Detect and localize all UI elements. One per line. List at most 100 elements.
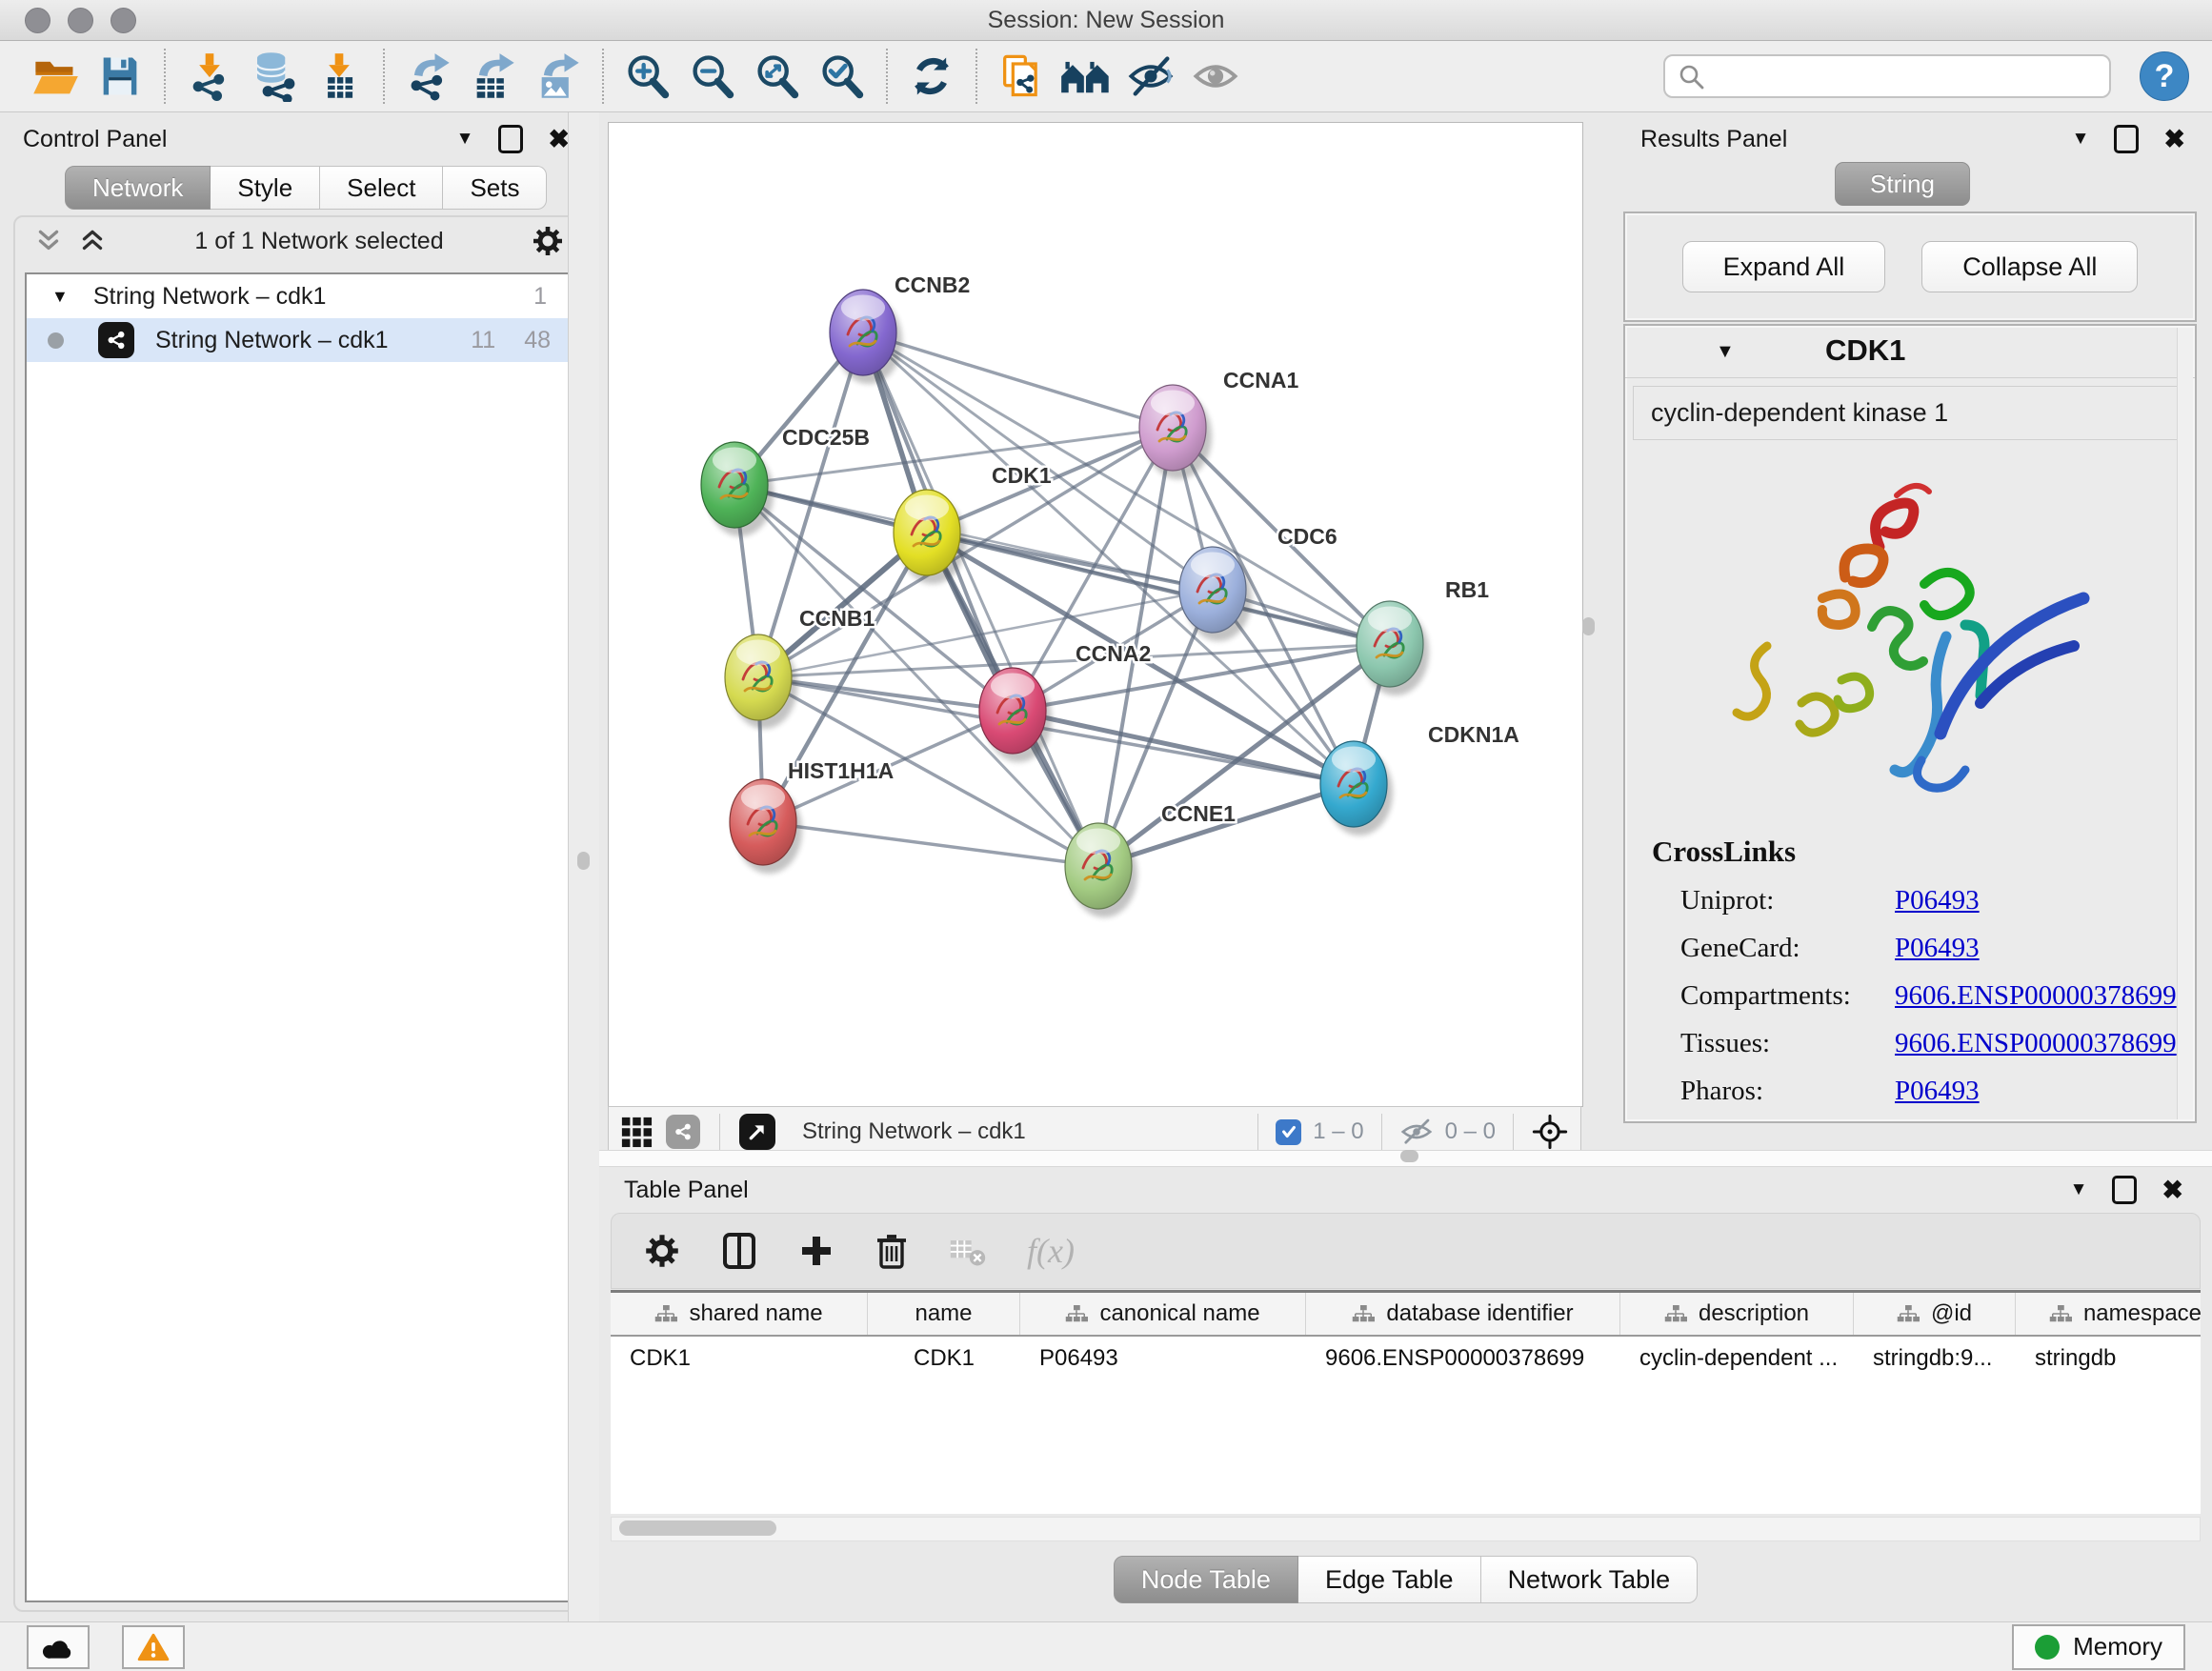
network-canvas[interactable]: CCNB2CCNA1CDC25BCDK1CDC6RB1CCNB1CCNA2CDK…: [608, 122, 1583, 1107]
table-panel-collapse-icon[interactable]: ▼: [2070, 1179, 2088, 1200]
tab-network-table[interactable]: Network Table: [1481, 1556, 1699, 1603]
show-graphics-details-button[interactable]: [1189, 50, 1242, 103]
tab-style[interactable]: Style: [211, 166, 320, 210]
crosslink-link[interactable]: P06493: [1895, 1076, 1980, 1107]
tab-string[interactable]: String: [1835, 162, 1970, 206]
delete-column-icon[interactable]: [875, 1231, 909, 1271]
tree-expand-icon[interactable]: ▼: [51, 287, 69, 307]
collapse-all-icon[interactable]: [34, 227, 63, 255]
table-horizontal-scrollbar[interactable]: [611, 1517, 2201, 1541]
network-node-CDC25B[interactable]: CDC25B: [701, 425, 870, 536]
network-node-RB1[interactable]: RB1: [1357, 577, 1489, 695]
cell-shared-name[interactable]: CDK1: [611, 1345, 868, 1372]
network-row-selected[interactable]: String Network – cdk1 11 48: [27, 318, 572, 362]
results-panel-close-icon[interactable]: ✖: [2163, 127, 2185, 152]
column-header-database-identifier[interactable]: database identifier: [1306, 1293, 1620, 1335]
export-network-button[interactable]: [402, 50, 455, 103]
crosshair-icon[interactable]: [1531, 1113, 1569, 1151]
network-edge-CCNB2-CCNE1[interactable]: [863, 332, 1098, 866]
table-panel-close-icon[interactable]: ✖: [2162, 1178, 2183, 1203]
network-collection-row[interactable]: ▼ String Network – cdk1 1: [27, 274, 572, 318]
apply-layout-button[interactable]: [905, 50, 958, 103]
column-header-canonical-name[interactable]: canonical name: [1020, 1293, 1306, 1335]
network-node-HIST1H1A[interactable]: HIST1H1A: [730, 758, 894, 874]
expand-all-icon[interactable]: [78, 227, 107, 255]
table-options-gear-icon[interactable]: [644, 1233, 680, 1269]
network-node-CCNA1[interactable]: CCNA1: [1139, 368, 1298, 479]
network-edge-HIST1H1A-CCNE1[interactable]: [763, 822, 1098, 866]
cell-canonical-name[interactable]: P06493: [1020, 1345, 1306, 1372]
column-header-description[interactable]: description: [1620, 1293, 1854, 1335]
tab-sets[interactable]: Sets: [443, 166, 547, 210]
tab-edge-table[interactable]: Edge Table: [1298, 1556, 1481, 1603]
export-image-button[interactable]: [532, 50, 585, 103]
network-node-count: 11: [471, 327, 495, 354]
column-header-namespace[interactable]: namespace: [2016, 1293, 2201, 1335]
expand-all-button[interactable]: Expand All: [1682, 241, 1886, 292]
cell-name[interactable]: CDK1: [868, 1345, 1020, 1372]
network-options-gear-icon[interactable]: [532, 225, 564, 257]
selected-indicator-checkbox[interactable]: [1276, 1119, 1301, 1145]
grid-view-icon[interactable]: [620, 1116, 653, 1148]
crosslink-link[interactable]: P06493: [1895, 885, 1980, 916]
export-table-button[interactable]: [467, 50, 520, 103]
table-row[interactable]: CDK1 CDK1 P06493 9606.ENSP00000378699 cy…: [611, 1337, 2201, 1380]
column-header-shared-name[interactable]: shared name: [611, 1293, 868, 1335]
results-panel-float-icon[interactable]: [2114, 125, 2139, 153]
crosslink-link[interactable]: 9606.ENSP00000378699: [1895, 1028, 2177, 1059]
home-button[interactable]: [1059, 50, 1113, 103]
network-edge-CCNA2-CDKN1A[interactable]: [1013, 711, 1354, 784]
column-header-id[interactable]: @id: [1854, 1293, 2016, 1335]
control-panel-close-icon[interactable]: ✖: [548, 127, 570, 152]
help-button[interactable]: ?: [2140, 51, 2189, 101]
show-columns-icon[interactable]: [720, 1231, 758, 1271]
import-network-file-button[interactable]: [183, 50, 236, 103]
warnings-button[interactable]: [122, 1625, 185, 1669]
crosslink-row: Uniprot: P06493: [1652, 885, 2168, 916]
save-session-button[interactable]: [93, 50, 147, 103]
column-header-name[interactable]: name: [868, 1293, 1020, 1335]
memory-button[interactable]: Memory: [2012, 1624, 2185, 1670]
import-network-database-button[interactable]: [248, 50, 301, 103]
table-panel-float-icon[interactable]: [2112, 1176, 2137, 1204]
protein-section-header[interactable]: ▼ CDK1: [1625, 326, 2195, 378]
search-input[interactable]: [1713, 62, 2098, 91]
import-table-file-button[interactable]: [312, 50, 366, 103]
node-label-CDC6: CDC6: [1277, 524, 1337, 549]
string-view-icon[interactable]: [666, 1115, 700, 1149]
tab-network[interactable]: Network: [65, 166, 211, 210]
results-scrollbar[interactable]: [2177, 328, 2193, 1119]
splitter-handle[interactable]: [577, 852, 590, 870]
network-edge-CCNB2-RB1[interactable]: [863, 332, 1390, 644]
tab-select[interactable]: Select: [320, 166, 443, 210]
splitter-handle[interactable]: [1400, 1150, 1418, 1162]
collapse-all-button[interactable]: Collapse All: [1921, 241, 2138, 292]
section-collapse-icon[interactable]: ▼: [1716, 341, 1735, 363]
network-node-CDK1[interactable]: CDK1: [894, 463, 1052, 584]
clone-network-button[interactable]: [995, 50, 1048, 103]
tab-node-table[interactable]: Node Table: [1114, 1556, 1298, 1603]
open-session-button[interactable]: [29, 50, 82, 103]
global-search-field[interactable]: [1663, 54, 2111, 98]
birdseye-view-icon[interactable]: [739, 1114, 775, 1150]
crosslink-link[interactable]: P06493: [1895, 933, 1980, 964]
zoom-out-button[interactable]: [686, 50, 739, 103]
control-panel-float-icon[interactable]: [498, 125, 523, 153]
hide-graphics-details-button[interactable]: [1124, 50, 1177, 103]
cell-namespace[interactable]: stringdb: [2016, 1345, 2201, 1372]
network-node-CCNE1[interactable]: CCNE1: [1065, 801, 1236, 917]
zoom-selected-button[interactable]: [815, 50, 869, 103]
zoom-fit-button[interactable]: [751, 50, 804, 103]
results-panel-collapse-icon[interactable]: ▼: [2072, 129, 2090, 150]
cloud-status-button[interactable]: [27, 1625, 90, 1669]
network-node-CDKN1A[interactable]: CDKN1A: [1320, 722, 1519, 836]
cell-database-identifier[interactable]: 9606.ENSP00000378699: [1306, 1345, 1620, 1372]
network-edge-CCNB2-CCNA1[interactable]: [863, 332, 1173, 428]
scrollbar-thumb[interactable]: [619, 1520, 776, 1536]
cell-id[interactable]: stringdb:9...: [1854, 1345, 2016, 1372]
add-column-icon[interactable]: [798, 1233, 835, 1269]
zoom-in-button[interactable]: [621, 50, 674, 103]
crosslink-link[interactable]: 9606.ENSP00000378699: [1895, 980, 2177, 1012]
cell-description[interactable]: cyclin-dependent ...: [1620, 1345, 1854, 1372]
control-panel-collapse-icon[interactable]: ▼: [456, 129, 474, 150]
